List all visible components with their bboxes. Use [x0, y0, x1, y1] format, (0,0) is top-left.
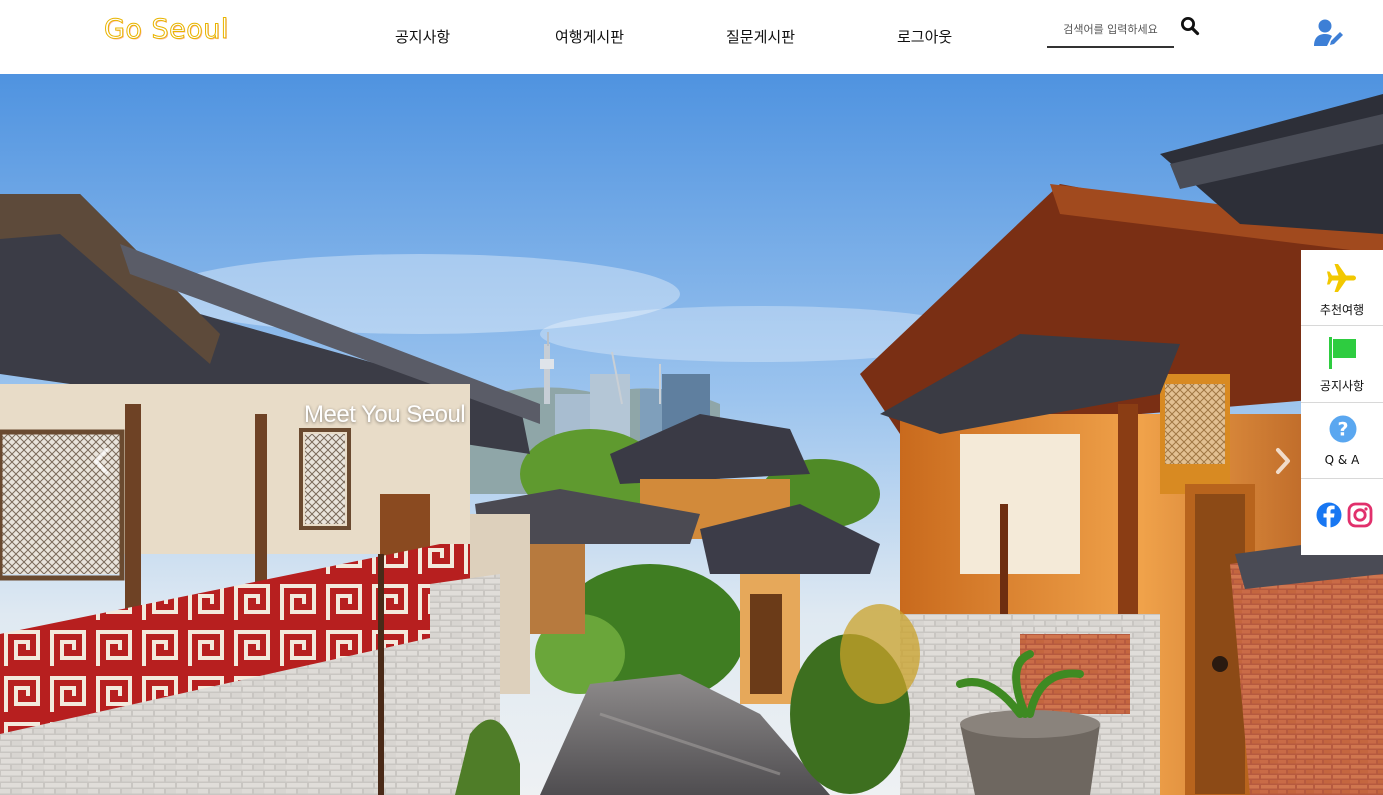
quick-recommend-trip[interactable]: 추천여행 — [1301, 250, 1383, 326]
search-bar — [1047, 14, 1174, 48]
hero-caption: Meet You Seoul — [304, 401, 466, 428]
svg-text:?: ? — [1337, 419, 1348, 441]
instagram-icon[interactable] — [1347, 501, 1373, 533]
site-header: Go Seoul 공지사항 여행게시판 질문게시판 로그아웃 — [0, 0, 1383, 74]
quick-label-qna: Q & A — [1324, 453, 1360, 467]
hero-banner: Meet You Seoul — [0, 74, 1383, 795]
quick-menu: 추천여행 공지사항 ? Q & A — [1301, 250, 1383, 555]
nav-travel-board[interactable]: 여행게시판 — [555, 26, 624, 47]
nav-logout[interactable]: 로그아웃 — [897, 26, 952, 47]
quick-notice[interactable]: 공지사항 — [1301, 326, 1383, 403]
quick-label-recommend: 추천여행 — [1319, 303, 1365, 317]
search-icon[interactable] — [1180, 16, 1200, 36]
nav-question-board[interactable]: 질문게시판 — [726, 26, 795, 47]
site-logo[interactable]: Go Seoul — [104, 14, 229, 46]
question-icon: ? — [1329, 415, 1357, 447]
quick-qna[interactable]: ? Q & A — [1301, 403, 1383, 479]
flag-icon — [1328, 336, 1358, 374]
chevron-left-icon[interactable] — [90, 446, 114, 476]
nav-notice[interactable]: 공지사항 — [395, 26, 450, 47]
quick-label-notice: 공지사항 — [1319, 379, 1365, 393]
search-input[interactable] — [1047, 14, 1174, 44]
airplane-icon — [1326, 261, 1360, 299]
user-edit-icon[interactable] — [1313, 18, 1345, 48]
facebook-icon[interactable] — [1316, 501, 1342, 533]
chevron-right-icon[interactable] — [1270, 446, 1294, 476]
hero-image — [0, 74, 1383, 795]
